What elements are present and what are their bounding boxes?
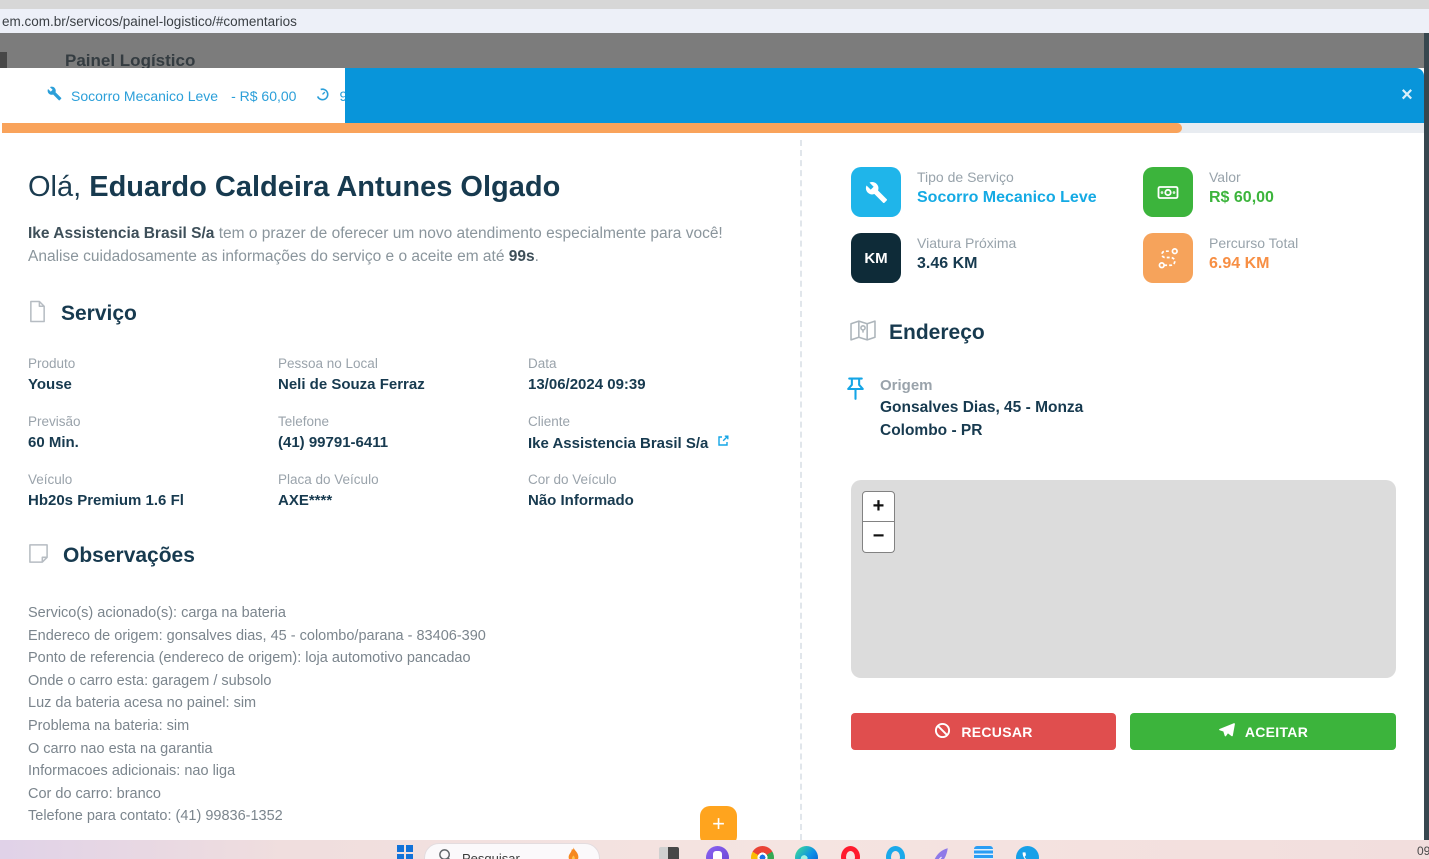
external-link-icon[interactable] [716, 434, 730, 452]
field-veiculo: Veículo Hb20s Premium 1.6 Fl [28, 472, 184, 509]
chrome-icon[interactable] [750, 845, 774, 859]
countdown-progress-track [2, 123, 1424, 133]
browser-address-bar[interactable]: em.com.br/servicos/painel-logistico/#com… [0, 9, 1429, 34]
screenshare-app-icon[interactable] [657, 845, 681, 859]
timer-icon [315, 86, 330, 106]
browser-top-strip [0, 0, 1429, 9]
background-page-title: Painel Logístico [65, 51, 196, 68]
send-icon [1218, 722, 1235, 742]
origin-address-line2: Colombo - PR [880, 422, 983, 439]
field-previsao: Previsão 60 Min. [28, 414, 81, 451]
flame-icon [567, 847, 580, 859]
modal-header-left: Socorro Mecanico Leve - R$ 60,00 99s [2, 68, 362, 123]
wrench-icon [851, 167, 901, 217]
countdown-progress-fill [2, 123, 1183, 133]
observation-line: Servico(s) acionado(s): carga na bateria [28, 605, 286, 621]
map-canvas[interactable]: + − [851, 480, 1396, 678]
greeting-title: Olá, Eduardo Caldeira Antunes Olgado [28, 171, 561, 203]
address-section-heading: Endereço [849, 318, 985, 348]
accept-button[interactable]: ACEITAR [1130, 713, 1396, 750]
map-zoom-control: + − [862, 491, 895, 553]
field-placa: Placa do Veículo AXE**** [278, 472, 379, 509]
field-telefone: Telefone (41) 99791-6411 [278, 414, 389, 451]
windows-start-icon[interactable] [397, 845, 413, 859]
notes-app-icon[interactable] [971, 845, 995, 859]
map-icon [849, 318, 877, 348]
page-overlay: Painel Logístico [0, 33, 1429, 68]
observation-line: Endereco de origem: gonsalves dias, 45 -… [28, 627, 486, 644]
search-icon [438, 848, 453, 859]
origin-label: Origem [880, 377, 933, 394]
taskbar-clock: 09 [1417, 844, 1429, 858]
field-cliente: Cliente Ike Assistencia Brasil S/a [528, 414, 730, 452]
customer-name: Eduardo Caldeira Antunes Olgado [89, 171, 561, 203]
opera-outline-icon[interactable] [883, 845, 907, 859]
close-icon[interactable]: × [1394, 82, 1420, 108]
observation-line: Informacoes adicionais: nao liga [28, 763, 236, 780]
origin-address-line1: Gonsalves Dias, 45 - Monza [880, 399, 1084, 416]
background-page-edge [1424, 33, 1429, 840]
observation-line: Luz da bateria acesa no painel: sim [28, 695, 257, 712]
observations-section-heading: Observações [28, 543, 195, 569]
card-tipo-de-servico: Tipo de Serviço Socorro Mecanico Leve [851, 167, 1097, 217]
header-price: - R$ 60,00 [231, 87, 297, 104]
card-percurso-total: Percurso Total 6.94 KM [1143, 233, 1298, 283]
screen: em.com.br/servicos/painel-logistico/#com… [0, 0, 1429, 859]
refuse-button[interactable]: RECUSAR [851, 713, 1116, 750]
route-icon [1143, 233, 1193, 283]
phone-app-icon[interactable] [1015, 845, 1039, 859]
wrench-icon [47, 86, 62, 106]
observation-line: O carro nao esta na garantia [28, 740, 213, 757]
purple-app-icon[interactable] [705, 845, 729, 859]
card-viatura-proxima: KM Viatura Próxima 3.46 KM [851, 233, 1016, 283]
service-section-heading: Serviço [28, 300, 137, 328]
observation-line: Ponto de referencia (endereco de origem)… [28, 650, 471, 667]
observation-line: Onde o carro esta: garagem / subsolo [28, 672, 272, 689]
edge-icon[interactable] [794, 845, 818, 859]
quill-icon[interactable] [927, 845, 951, 859]
column-divider [800, 140, 802, 840]
card-valor: Valor R$ 60,00 [1143, 167, 1274, 217]
money-icon [1143, 167, 1193, 217]
ban-icon [934, 722, 951, 742]
taskbar-search-input[interactable]: Pesquisar [424, 843, 600, 859]
windows-taskbar: Pesquisar 09 [0, 840, 1429, 859]
observation-line: Telefone para contato: (41) 99836-1352 [28, 808, 283, 825]
observation-line: Problema na bateria: sim [28, 717, 190, 734]
modal-header-bar [345, 68, 1424, 123]
map-zoom-in-button[interactable]: + [862, 491, 895, 522]
field-produto: Produto Youse [28, 356, 76, 393]
observations-list: Servico(s) acionado(s): carga na bateria… [28, 602, 486, 828]
header-service-name: Socorro Mecanico Leve [71, 87, 219, 104]
background-page-fragment [0, 52, 7, 68]
field-pessoa-no-local: Pessoa no Local Neli de Souza Ferraz [278, 356, 425, 393]
observation-line: Cor do carro: branco [28, 785, 161, 802]
km-icon: KM [851, 233, 901, 283]
map-zoom-out-button[interactable]: − [862, 522, 895, 553]
file-icon [28, 300, 47, 328]
pushpin-icon [845, 376, 866, 408]
field-data: Data 13/06/2024 09:39 [528, 356, 646, 393]
url-text: em.com.br/servicos/painel-logistico/#com… [2, 13, 297, 29]
opera-icon[interactable] [838, 845, 862, 859]
intro-paragraph: Ike Assistencia Brasil S/a tem o prazer … [28, 225, 723, 265]
note-icon [28, 543, 49, 569]
field-cor-veiculo: Cor do Veículo Não Informado [528, 472, 634, 509]
